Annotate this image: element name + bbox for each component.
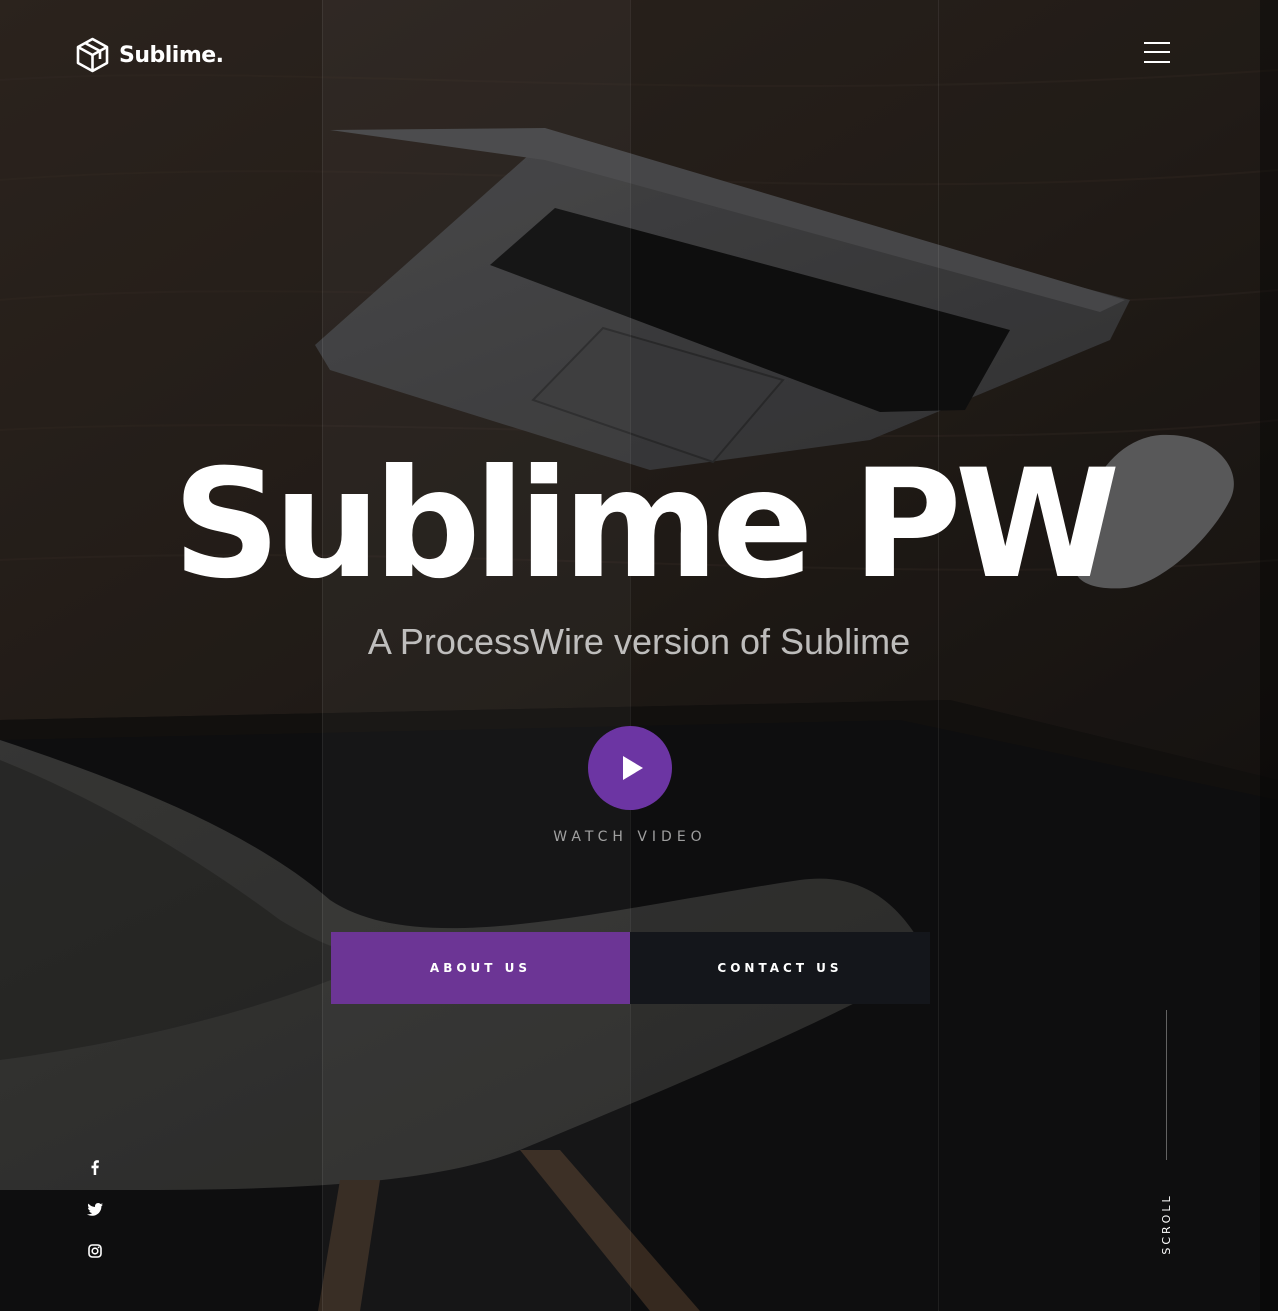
instagram-icon[interactable] <box>84 1240 106 1262</box>
brand-name: Sublime. <box>119 42 224 68</box>
hero-page: Sublime. Sublime PW A ProcessWire versio… <box>0 0 1278 1311</box>
hero-subtitle: A ProcessWire version of Sublime <box>367 621 911 662</box>
hamburger-menu-icon[interactable] <box>1144 42 1170 64</box>
twitter-icon[interactable] <box>84 1198 106 1220</box>
facebook-icon[interactable] <box>84 1156 106 1178</box>
play-icon <box>623 756 643 780</box>
hero-title: Sublime PW <box>172 438 1121 612</box>
cube-outline-icon <box>76 37 109 73</box>
play-video-button[interactable] <box>588 726 672 810</box>
about-us-button[interactable]: ABOUT US <box>331 932 630 1004</box>
scroll-link[interactable]: SCROLL <box>1159 1188 1175 1260</box>
scroll-indicator-line <box>1166 1010 1167 1160</box>
contact-us-button[interactable]: CONTACT US <box>630 932 930 1004</box>
logo-link[interactable]: Sublime. <box>76 37 224 73</box>
watch-video-link[interactable]: WATCH VIDEO <box>0 829 1260 845</box>
